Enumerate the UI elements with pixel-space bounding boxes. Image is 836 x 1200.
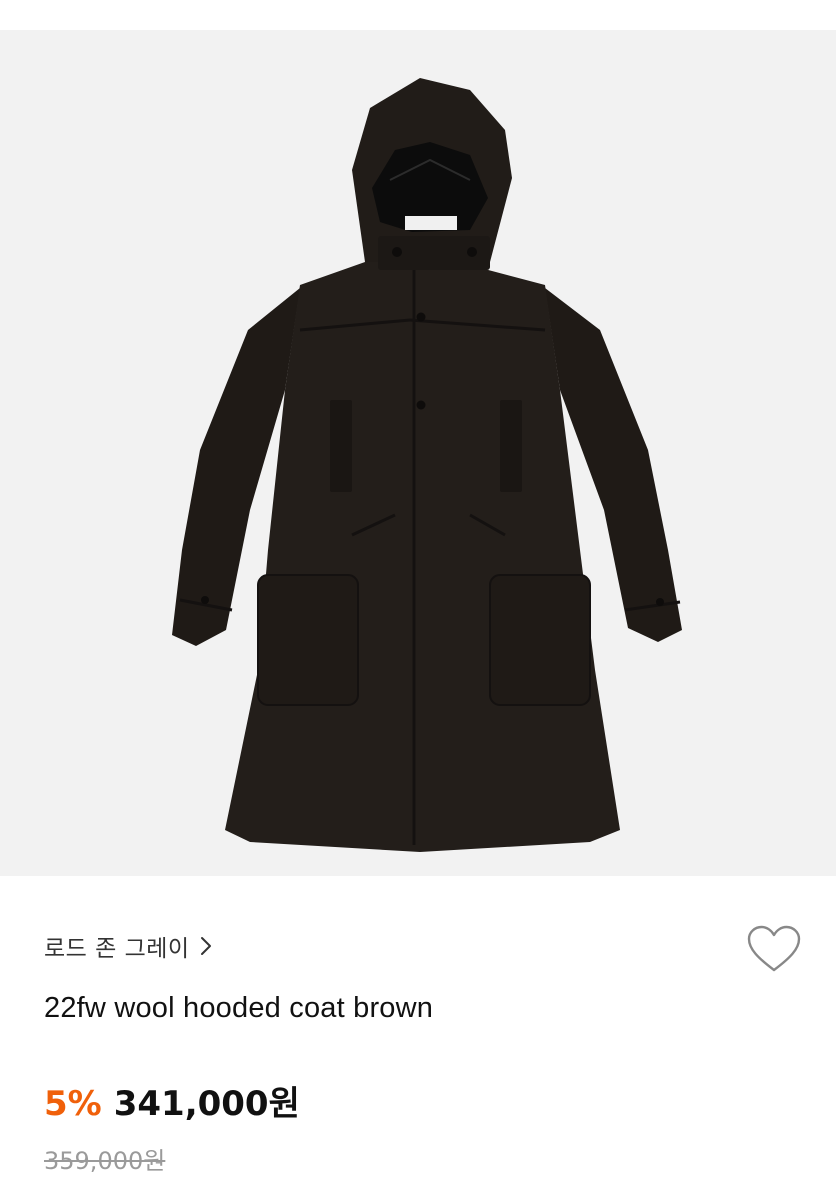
product-image[interactable] [0,30,836,876]
right-patch-pocket [489,574,591,706]
brand-link[interactable]: 로드 존 그레이 [44,926,212,966]
product-detail-page: 로드 존 그레이 22fw wool hooded coat brown 5% … [0,0,836,1200]
discount-rate: 5% [44,1084,102,1124]
product-title: 22fw wool hooded coat brown [44,992,434,1024]
brand-label [405,216,457,230]
price-row: 5% 341,000원 [44,1076,300,1125]
left-patch-pocket [257,574,359,706]
sale-price: 341,000원 [113,1084,300,1124]
brand-name: 로드 존 그레이 [44,936,190,962]
heart-outline-icon [747,925,801,972]
chevron-right-icon [200,936,212,956]
left-chest-pocket [330,400,352,492]
wool-hooded-coat-image [172,78,682,852]
original-price: 359,000원 [44,1147,166,1175]
wishlist-button[interactable] [745,922,803,976]
right-chest-pocket [500,400,522,492]
